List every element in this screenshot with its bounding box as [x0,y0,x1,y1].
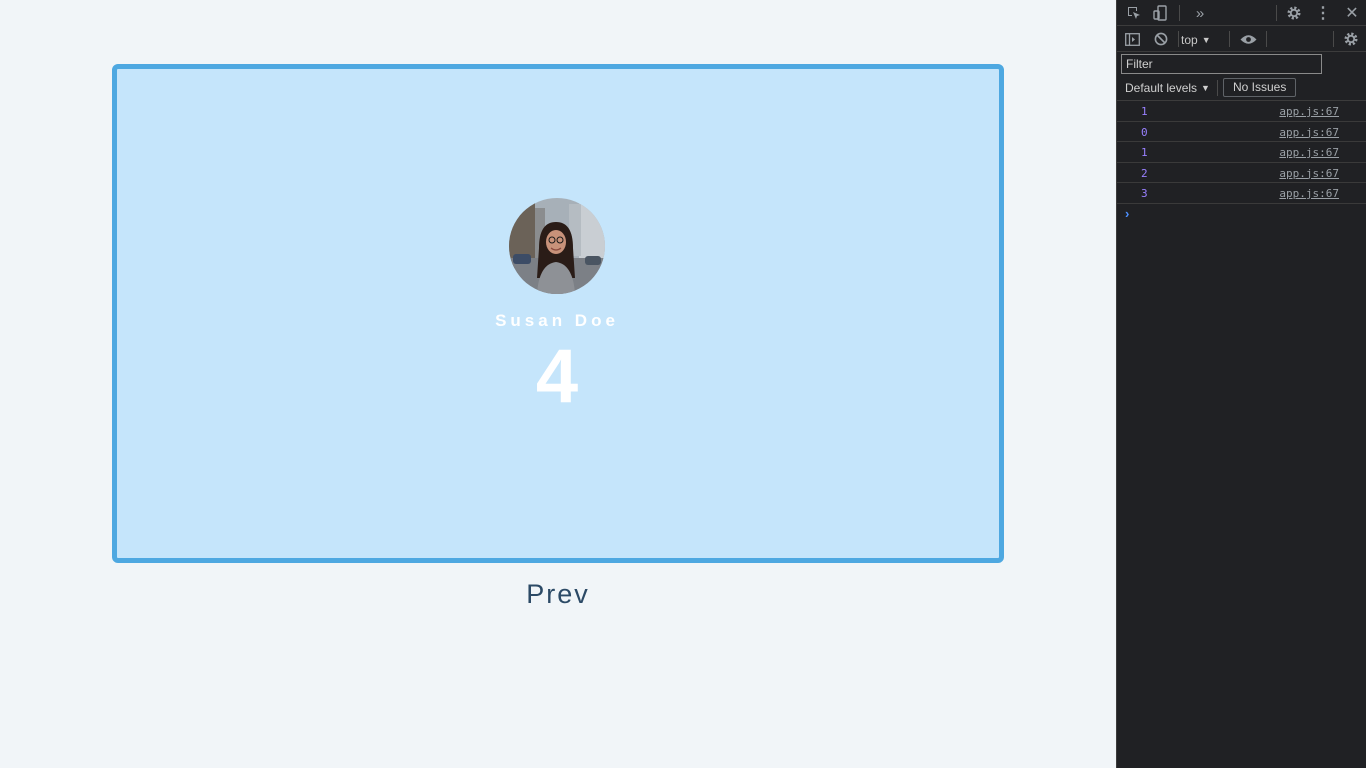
console-toolbar: top ▼ [1117,26,1366,52]
context-selector-label: top [1181,33,1198,47]
close-icon[interactable]: ✕ [1343,4,1361,22]
log-source-link[interactable]: app.js:67 [1279,105,1339,118]
log-source-link[interactable]: app.js:67 [1279,126,1339,139]
toolbar-separator [1266,31,1267,47]
console-message: 0 app.js:67 [1117,122,1366,142]
toolbar-separator [1276,5,1277,21]
toolbar-separator [1217,80,1218,96]
toolbar-separator [1178,31,1179,47]
live-expression-eye-icon[interactable] [1239,31,1257,47]
counter-value: 4 [535,334,579,419]
console-messages: 1 app.js:67 0 app.js:67 1 app.js:67 2 ap… [1117,101,1366,204]
prev-button[interactable]: Prev [500,574,616,614]
log-source-link[interactable]: app.js:67 [1279,167,1339,180]
device-toolbar-icon[interactable] [1151,4,1169,22]
console-message: 2 app.js:67 [1117,163,1366,183]
console-settings-gear-icon[interactable] [1342,31,1360,47]
log-source-link[interactable]: app.js:67 [1279,187,1339,200]
person-card: Susan Doe 4 [112,64,1004,563]
context-selector[interactable]: top ▼ [1181,31,1211,49]
settings-gear-icon[interactable] [1285,4,1303,22]
issues-button[interactable]: No Issues [1223,78,1297,97]
log-levels-dropdown[interactable]: Default levels ▼ [1125,80,1210,96]
dropdown-arrow-icon: ▼ [1201,83,1210,93]
toolbar-separator [1333,31,1334,47]
devtools-main-toolbar: » ⋮ ✕ [1117,0,1366,26]
sidebar-toggle-icon[interactable] [1124,31,1140,47]
toolbar-separator [1179,5,1180,21]
log-levels-label: Default levels [1125,81,1198,95]
devtools-panel: » ⋮ ✕ top ▼ Default levels ▼ [1116,0,1366,768]
log-value: 0 [1141,125,1148,139]
console-prompt-chevron-icon[interactable]: › [1125,206,1129,221]
page-area: Susan Doe 4 Prev [0,0,1116,768]
person-name: Susan Doe [495,311,619,330]
filter-input[interactable] [1121,54,1322,74]
console-message: 1 app.js:67 [1117,101,1366,122]
avatar [509,198,605,294]
log-value: 3 [1141,187,1148,200]
inspect-element-icon[interactable] [1125,4,1143,22]
log-value: 2 [1141,166,1148,180]
kebab-menu-icon[interactable]: ⋮ [1314,4,1332,22]
log-value: 1 [1141,146,1148,159]
toolbar-separator [1229,31,1230,47]
clear-console-icon[interactable] [1153,31,1169,47]
console-message: 1 app.js:67 [1117,142,1366,163]
log-source-link[interactable]: app.js:67 [1279,146,1339,159]
more-tabs-icon[interactable]: » [1191,4,1209,22]
console-message: 3 app.js:67 [1117,183,1366,204]
log-value: 1 [1141,105,1148,118]
avatar-image [509,198,605,294]
dropdown-arrow-icon: ▼ [1201,35,1211,45]
